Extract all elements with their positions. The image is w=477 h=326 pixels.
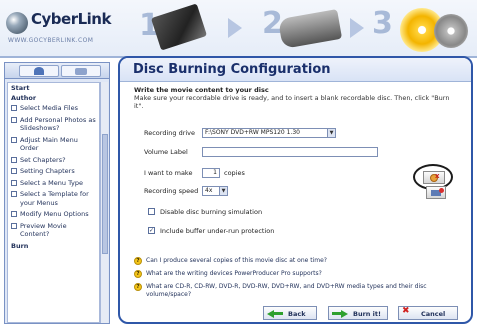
instructions-text: Make sure your recordable drive is ready… [134, 94, 450, 110]
step-1-capture[interactable]: 1 [135, 2, 215, 54]
page-title: Disc Burning Configuration [120, 58, 471, 82]
back-arrow-icon [267, 309, 283, 318]
sidebar-item[interactable]: Add Personal Photos as Slideshows? [8, 115, 99, 135]
chevron-down-icon: ▼ [327, 129, 335, 137]
checkbox-icon [11, 179, 17, 186]
record-icon [439, 188, 444, 193]
recording-speed-select[interactable]: 4x ▼ [202, 186, 228, 196]
forward-arrow-icon [332, 309, 348, 318]
cancel-button[interactable]: ✖ Cancel [398, 306, 458, 320]
logo-url: WWW.GOCYBERLINK.COM [8, 37, 94, 44]
volume-label-input[interactable] [202, 147, 378, 157]
burn-settings-button[interactable]: x [423, 171, 445, 184]
faq-link-text: Can I produce several copies of this mov… [146, 257, 327, 264]
wizard-icon [34, 67, 44, 75]
recording-drive-value: F:\SONY DVD+RW MPS120 1.30 [205, 129, 300, 136]
step-3-burn[interactable]: 3 [372, 2, 472, 54]
sidebar-item[interactable]: Select Media Files [8, 103, 99, 115]
camcorder-icon [277, 9, 343, 49]
checkbox-icon [11, 116, 17, 123]
sidebar-tabs [5, 63, 109, 79]
close-icon: ✖ [402, 306, 410, 316]
sidebar-item-label: Set Chapters? [20, 155, 66, 164]
simulation-option-label: Disable disc burning simulation [160, 208, 263, 216]
copies-suffix-label: copies [224, 169, 245, 177]
sidebar-list: Start Author Select Media Files Add Pers… [7, 82, 100, 323]
disc-info-button[interactable] [426, 186, 446, 199]
sidebar-item-label: Select a Menu Type [20, 178, 84, 187]
cyberlink-logo: CyberLink WWW.GOCYBERLINK.COM [6, 10, 111, 48]
buffer-protection-label: Include buffer under-run protection [160, 227, 275, 235]
tab-wizard[interactable] [19, 65, 59, 77]
recording-drive-select[interactable]: F:\SONY DVD+RW MPS120 1.30 ▼ [202, 128, 336, 138]
back-button-label: Back [288, 310, 306, 318]
recording-speed-value: 4x [205, 187, 213, 194]
sidebar-section-start[interactable]: Start [8, 83, 99, 93]
disc-icon [434, 14, 468, 48]
step-arrow-icon [228, 18, 242, 38]
sidebar-section-author[interactable]: Author [8, 93, 99, 103]
question-icon: ? [134, 270, 142, 278]
close-icon: x [435, 172, 440, 180]
buffer-protection-checkbox[interactable]: ✓ [148, 227, 155, 234]
sidebar-item[interactable]: Adjust Main Menu Order [8, 135, 99, 155]
step-3-number: 3 [372, 6, 393, 41]
burn-it-button[interactable]: Burn it! [328, 306, 388, 320]
sidebar-section-burn[interactable]: Burn [8, 241, 99, 251]
section-subheading: Write the movie content to your disc [134, 86, 269, 94]
checkbox-icon [11, 156, 17, 163]
burn-it-button-label: Burn it! [353, 310, 381, 318]
logo-mark-icon [6, 12, 28, 34]
question-icon: ? [134, 257, 142, 265]
sidebar-item[interactable]: Setting Chapters [8, 166, 99, 178]
chevron-down-icon: ▼ [219, 187, 227, 195]
sidebar-item-label: Adjust Main Menu Order [20, 135, 78, 153]
recording-speed-label: Recording speed [144, 187, 199, 195]
volume-label-label: Volume Label [144, 148, 188, 156]
sidebar-item[interactable]: Select a Menu Type [8, 178, 99, 190]
cancel-button-label: Cancel [421, 310, 446, 318]
sidebar: Start Author Select Media Files Add Pers… [4, 62, 110, 324]
question-icon: ? [134, 283, 142, 291]
sidebar-item[interactable]: Set Chapters? [8, 155, 99, 167]
sidebar-item-label: Add Personal Photos as Slideshows? [20, 115, 96, 133]
simulation-checkbox[interactable] [148, 208, 155, 215]
header-banner: CyberLink WWW.GOCYBERLINK.COM 1 2 3 [0, 0, 477, 58]
sidebar-item-label: Preview Movie Content? [20, 221, 67, 239]
back-button[interactable]: Back [263, 306, 317, 320]
tab-library[interactable] [61, 65, 101, 77]
checkbox-icon [11, 136, 17, 143]
checkbox-icon [11, 105, 17, 111]
checkbox-icon [11, 168, 17, 174]
sidebar-item[interactable]: Modify Menu Options [8, 209, 99, 221]
copies-prefix-label: I want to make [144, 169, 193, 177]
copies-input[interactable]: 1 [202, 168, 220, 178]
sidebar-item-label: Select a Template for your Menus [20, 190, 89, 207]
library-icon [75, 68, 87, 75]
recording-drive-label: Recording drive [144, 129, 196, 137]
scrollbar-thumb[interactable] [102, 134, 108, 254]
sidebar-item-label: Modify Menu Options [20, 210, 89, 218]
logo-name: CyberLink [31, 10, 111, 28]
step-2-author[interactable]: 2 [258, 2, 348, 54]
sidebar-scrollbar[interactable] [100, 82, 108, 323]
sidebar-item-label: Setting Chapters [20, 167, 75, 175]
checkbox-icon [11, 191, 17, 197]
faq-link-text: What are CD-R, CD-RW, DVD-R, DVD-RW, DVD… [146, 283, 427, 298]
sidebar-item[interactable]: Preview Movie Content? [8, 221, 99, 241]
faq-link-text: What are the writing devices PowerProduc… [146, 270, 322, 277]
sidebar-item[interactable]: Select a Template for your Menus [8, 189, 99, 209]
sidebar-item-label: Select Media Files [20, 104, 78, 112]
checkbox-icon [11, 211, 17, 217]
checkbox-icon [11, 222, 17, 229]
step-arrow-icon [350, 18, 364, 38]
main-panel: Disc Burning Configuration Write the mov… [118, 56, 473, 324]
